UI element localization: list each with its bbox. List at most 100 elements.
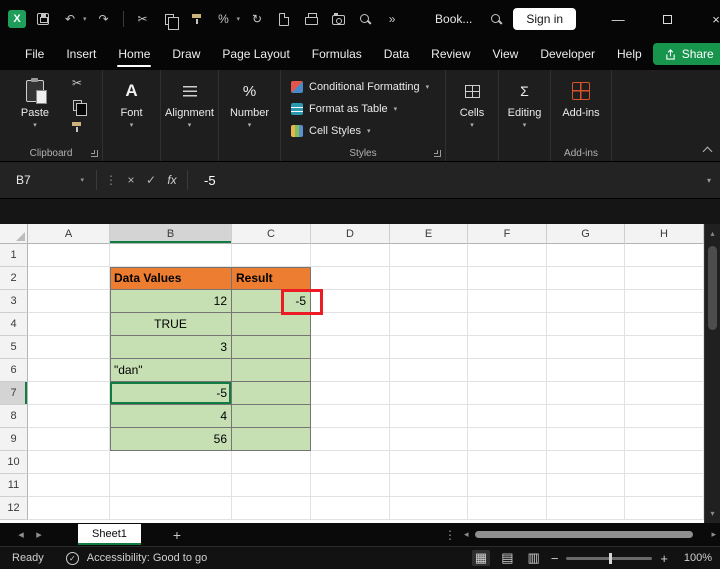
cell-G12[interactable] (547, 497, 625, 520)
vertical-scrollbar[interactable]: ▴ ▾ (704, 224, 720, 523)
ribbon-tab-data[interactable]: Data (373, 38, 420, 70)
row-header-2[interactable]: 2 (0, 267, 28, 290)
cell-D6[interactable] (311, 359, 390, 382)
cell-E1[interactable] (390, 244, 468, 267)
cell-A5[interactable] (28, 336, 110, 359)
cell-H4[interactable] (625, 313, 704, 336)
print-icon[interactable] (301, 7, 321, 31)
sheet-options-icon[interactable]: ⋮ (444, 528, 456, 542)
formula-input[interactable]: -5 (204, 173, 216, 188)
cell-C1[interactable] (232, 244, 311, 267)
vertical-scrollbar-thumb[interactable] (708, 246, 717, 330)
undo-icon[interactable]: ↶ (60, 7, 80, 31)
font-button[interactable]: A Font ▾ (103, 70, 160, 146)
save-icon[interactable] (33, 7, 53, 31)
sheet-next-button[interactable]: ▸ (30, 528, 48, 541)
ribbon-tab-review[interactable]: Review (420, 38, 481, 70)
cell-A1[interactable] (28, 244, 110, 267)
cell-A8[interactable] (28, 405, 110, 428)
conditional-formatting-button[interactable]: Conditional Formatting ▾ (291, 76, 445, 98)
enter-icon[interactable]: ✓ (141, 173, 161, 187)
cell-E9[interactable] (390, 428, 468, 451)
number-button[interactable]: % Number ▾ (219, 70, 280, 146)
clipboard-dialog-launcher[interactable] (91, 150, 98, 157)
cell-B6[interactable]: "dan" (110, 359, 232, 382)
cell-C5[interactable] (232, 336, 311, 359)
cell-F8[interactable] (468, 405, 547, 428)
add-sheet-button[interactable]: + (173, 527, 181, 543)
cell-H12[interactable] (625, 497, 704, 520)
zoom-level[interactable]: 100% (676, 552, 712, 564)
cell-F11[interactable] (468, 474, 547, 497)
repeat-icon[interactable]: ↻ (247, 7, 267, 31)
cell-B10[interactable] (110, 451, 232, 474)
cell-A6[interactable] (28, 359, 110, 382)
cell-G10[interactable] (547, 451, 625, 474)
row-header-12[interactable]: 12 (0, 497, 28, 520)
cell-A11[interactable] (28, 474, 110, 497)
cell-F3[interactable] (468, 290, 547, 313)
cut-icon[interactable]: ✂ (133, 7, 153, 31)
camera-icon[interactable] (328, 7, 348, 31)
cell-C7[interactable] (232, 382, 311, 405)
scroll-up-icon[interactable]: ▴ (705, 229, 720, 238)
cell-A9[interactable] (28, 428, 110, 451)
cell-G11[interactable] (547, 474, 625, 497)
cell-H1[interactable] (625, 244, 704, 267)
column-header-H[interactable]: H (625, 224, 704, 244)
scroll-left-icon[interactable]: ◂ (464, 529, 469, 540)
cell-E4[interactable] (390, 313, 468, 336)
ribbon-tab-developer[interactable]: Developer (529, 38, 606, 70)
cell-F10[interactable] (468, 451, 547, 474)
format-as-table-button[interactable]: Format as Table ▾ (291, 98, 445, 120)
cell-A7[interactable] (28, 382, 110, 405)
accessibility-status[interactable]: Accessibility: Good to go (87, 552, 207, 564)
row-header-7[interactable]: 7 (0, 382, 28, 405)
cell-A2[interactable] (28, 267, 110, 290)
cell-H9[interactable] (625, 428, 704, 451)
zoom-out-button[interactable]: − (551, 551, 559, 566)
cell-F6[interactable] (468, 359, 547, 382)
cell-B5[interactable]: 3 (110, 336, 232, 359)
column-header-B[interactable]: B (110, 224, 232, 244)
cell-G7[interactable] (547, 382, 625, 405)
cell-G3[interactable] (547, 290, 625, 313)
percent-style-icon[interactable]: % (214, 7, 234, 31)
ribbon-tab-insert[interactable]: Insert (55, 38, 107, 70)
cell-G9[interactable] (547, 428, 625, 451)
cell-C11[interactable] (232, 474, 311, 497)
zoom-slider-thumb[interactable] (609, 553, 612, 564)
copy-button[interactable] (66, 94, 88, 116)
cell-H10[interactable] (625, 451, 704, 474)
cell-C12[interactable] (232, 497, 311, 520)
cell-D11[interactable] (311, 474, 390, 497)
ribbon-tab-file[interactable]: File (14, 38, 55, 70)
cell-D9[interactable] (311, 428, 390, 451)
drag-handle-icon[interactable]: ⋮ (105, 173, 117, 187)
more-commands-icon[interactable]: » (382, 7, 402, 31)
page-break-view-button[interactable]: ▥ (525, 550, 543, 566)
sign-in-button[interactable]: Sign in (513, 8, 576, 30)
minimize-button[interactable]: — (597, 0, 639, 38)
cell-F5[interactable] (468, 336, 547, 359)
cell-D1[interactable] (311, 244, 390, 267)
row-header-5[interactable]: 5 (0, 336, 28, 359)
cell-F1[interactable] (468, 244, 547, 267)
row-header-6[interactable]: 6 (0, 359, 28, 382)
cell-F4[interactable] (468, 313, 547, 336)
zoom-slider[interactable] (566, 557, 652, 560)
cell-C9[interactable] (232, 428, 311, 451)
column-header-D[interactable]: D (311, 224, 390, 244)
cell-B9[interactable]: 56 (110, 428, 232, 451)
addins-button[interactable]: Add-ins (551, 70, 611, 146)
cell-C2[interactable]: Result (232, 267, 311, 290)
ribbon-tab-page-layout[interactable]: Page Layout (211, 38, 300, 70)
cell-D3[interactable] (311, 290, 390, 313)
zoom-in-button[interactable]: + (660, 551, 668, 566)
search-plus-icon[interactable] (355, 7, 375, 31)
row-header-11[interactable]: 11 (0, 474, 28, 497)
cell-E8[interactable] (390, 405, 468, 428)
alignment-button[interactable]: Alignment ▾ (161, 70, 218, 146)
cell-B8[interactable]: 4 (110, 405, 232, 428)
cell-A12[interactable] (28, 497, 110, 520)
